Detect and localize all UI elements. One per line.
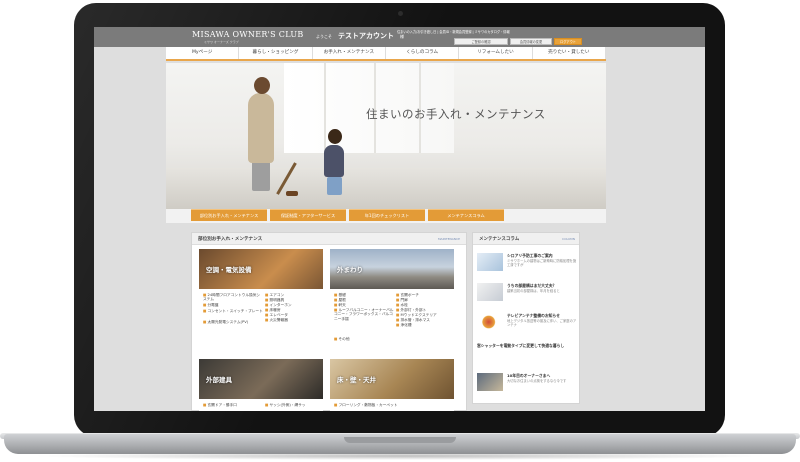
sidebar-article[interactable]: うちの部屋構はまだ大丈夫？ 建築当初の部屋構は、年月を経ると [477, 283, 577, 309]
list-item[interactable]: ■24時間フロアコントウル換気システム [203, 293, 263, 302]
article-thumbnail [477, 373, 503, 391]
list-item[interactable]: ■門扉 [396, 298, 408, 302]
hero-girl [324, 145, 344, 177]
sub-tabs: 部位別お手入れ・メンテナンス 保証制度・アフターサービス 年1回のチェックリスト… [166, 209, 606, 223]
hero-banner: 住まいのお手入れ・メンテナンス [166, 63, 606, 209]
list-item[interactable]: ■火災警報器 [265, 318, 288, 322]
card-label: 外部建具 [206, 376, 232, 384]
list-item[interactable]: ■その他 [334, 337, 350, 341]
site-logo-sub: ミサワ オーナーズ クラブ [204, 40, 239, 44]
change-member-info-button[interactable]: 会員情報の変更 [510, 38, 552, 45]
sidebar-title: メンテナンスコラム [479, 237, 520, 242]
article-title[interactable]: 窓シャッターを電動タイプに変更して快適な暮らし [477, 343, 564, 349]
list-item[interactable]: ■フローリング・敷物板・カーペット [334, 403, 397, 407]
list-item[interactable]: ■照明器具 [265, 298, 284, 302]
dustpan-icon [286, 191, 298, 196]
nav-item-column[interactable]: くらしのコラム [386, 47, 460, 59]
list-item[interactable]: ■基礎 [334, 293, 346, 297]
article-thumbnail [477, 283, 503, 301]
site-logo[interactable]: MISAWA OWNER'S CLUB [192, 30, 304, 39]
main-nav: Myページ 暮らし・ショッピング お手入れ・メンテナンス くらしのコラム リフォ… [166, 47, 606, 61]
hero-woman [254, 77, 270, 94]
hero-girl [327, 177, 342, 195]
list-item[interactable]: ■玄関ポーチ [396, 293, 419, 297]
nav-item-reform[interactable]: リフォームしたい [459, 47, 533, 59]
nav-item-maintenance[interactable]: お手入れ・メンテナンス [313, 47, 386, 59]
nav-item-mypage[interactable]: Myページ [166, 47, 240, 59]
tab-warranty[interactable]: 保証制度・アフターサービス [270, 209, 346, 221]
list-item[interactable]: ■軒天 [334, 303, 346, 307]
sidebar-article[interactable]: テレビアンテナ整備のお知らせ 地上デジタル放送等の普及に伴い、ご家庭のアンテナ [477, 313, 577, 339]
list-item[interactable]: ■インターホン [265, 303, 292, 307]
article-thumbnail [477, 313, 503, 331]
list-item[interactable]: ■サッシ(外側)・網サッ [265, 403, 306, 407]
article-excerpt: ミサワホームの建物はご新築時に防蟻処理を施工済ですが [507, 259, 577, 268]
laptop-mockup: MISAWA OWNER'S CLUB ミサワ オーナーズ クラブ ようこそ テ… [0, 0, 800, 462]
hero-woman [252, 161, 270, 191]
list-item[interactable]: ■ルーフバルコニー・オーナーバルコニー・フラワーボックス・バルコニー手摺 [334, 308, 394, 321]
panel-header: 部位別お手入れ・メンテナンス MAINTENANCE [192, 233, 466, 245]
panel-title: 部位別お手入れ・メンテナンス [198, 237, 263, 242]
card-floor-wall-ceiling[interactable]: 床・壁・天井 ■フローリング・敷物板・カーペット [330, 359, 454, 411]
list-item[interactable]: ■太陽光発電システム(PV) [203, 320, 263, 324]
card-exterior[interactable]: 外まわり ■基礎 ■屋根 ■軒天 ■ルーフバルコニー・オーナーバルコニー・フラワ… [330, 249, 454, 349]
account-name: テストアカウント [338, 32, 394, 40]
sidebar-article[interactable]: 窓シャッターを電動タイプに変更して快適な暮らし [477, 343, 577, 365]
sidebar-header: メンテナンスコラム COLUMN [473, 233, 579, 245]
sidebar-article[interactable]: 10年目のオーナーさまへ 大切なお住まいの点検をするなら今です [477, 373, 577, 399]
hero-girl [328, 129, 342, 144]
list-item[interactable]: ■排水管・排水マス [396, 318, 430, 322]
logout-button[interactable]: ログアウト [554, 38, 582, 45]
laptop-notch [344, 437, 456, 443]
tab-maintenance-column[interactable]: メンテナンスコラム [428, 209, 504, 221]
maintenance-column-sidebar: メンテナンスコラム COLUMN シロアリ予防工事のご案内 ミサワホームの建物は… [472, 232, 580, 404]
sidebar-title-en: COLUMN [561, 237, 575, 241]
window-frame [324, 63, 326, 153]
list-item[interactable]: ■浄化槽 [396, 323, 412, 327]
account-honorific: 様 [400, 34, 404, 39]
list-item[interactable]: ■コンセント・スイッチ・プレート [203, 309, 263, 313]
list-item[interactable]: ■玄関ドア・勝手口 [203, 403, 237, 407]
list-item[interactable]: ■エレベータ [265, 313, 288, 317]
confirm-registration-button[interactable]: ご登録の確認 [454, 38, 508, 45]
sidebar-article[interactable]: シロアリ予防工事のご案内 ミサワホームの建物はご新築時に防蟻処理を施工済ですが [477, 253, 577, 279]
header-links[interactable]: 住まいの入力/お引き渡し日 | 会員ID・新規会員登録 | ミサワのカタログ・情… [397, 29, 510, 34]
welcome-text: ようこそ [316, 34, 332, 39]
hero-floor [166, 168, 606, 209]
parts-maintenance-panel: 部位別お手入れ・メンテナンス MAINTENANCE 空調・電気設備 ■24時間… [191, 232, 467, 411]
webcam-icon [398, 11, 403, 16]
panel-title-en: MAINTENANCE [437, 237, 460, 241]
article-excerpt: 建築当初の部屋構は、年月を経ると [507, 289, 560, 293]
article-thumbnail [477, 253, 503, 271]
screen: MISAWA OWNER'S CLUB ミサワ オーナーズ クラブ ようこそ テ… [94, 27, 705, 411]
list-item[interactable]: ■床暖房 [265, 308, 281, 312]
nav-item-sell-rent[interactable]: 売りたい・貸したい [533, 47, 606, 59]
card-hvac-electric[interactable]: 空調・電気設備 ■24時間フロアコントウル換気システム ■分電盤 ■コンセント・… [199, 249, 323, 349]
tab-parts-maintenance[interactable]: 部位別お手入れ・メンテナンス [191, 209, 267, 221]
article-excerpt: 大切なお住まいの点検をするなら今です [507, 379, 567, 383]
article-excerpt: 地上デジタル放送等の普及に伴い、ご家庭のアンテナ [507, 319, 577, 328]
nav-item-shopping[interactable]: 暮らし・ショッピング [239, 47, 313, 59]
hero-title: 住まいのお手入れ・メンテナンス [366, 107, 546, 121]
list-item[interactable]: ■分電盤 [203, 303, 219, 307]
card-label: 床・壁・天井 [337, 376, 376, 384]
list-item[interactable]: ■エアコン [265, 293, 284, 297]
list-item[interactable]: ■Mウッドエクステリア [396, 313, 437, 317]
list-item[interactable]: ■水栓 [396, 303, 408, 307]
card-label: 空調・電気設備 [206, 266, 252, 274]
list-item[interactable]: ■屋根 [334, 298, 346, 302]
card-label: 外まわり [337, 266, 363, 274]
site-header: MISAWA OWNER'S CLUB ミサワ オーナーズ クラブ ようこそ テ… [94, 27, 705, 47]
card-exterior-fittings[interactable]: 外部建具 ■玄関ドア・勝手口 ■サッシ(外側)・網サッ [199, 359, 323, 411]
tab-checklist[interactable]: 年1回のチェックリスト [349, 209, 425, 221]
hero-woman [248, 93, 274, 163]
list-item[interactable]: ■外部灯・外部ト [396, 308, 426, 312]
